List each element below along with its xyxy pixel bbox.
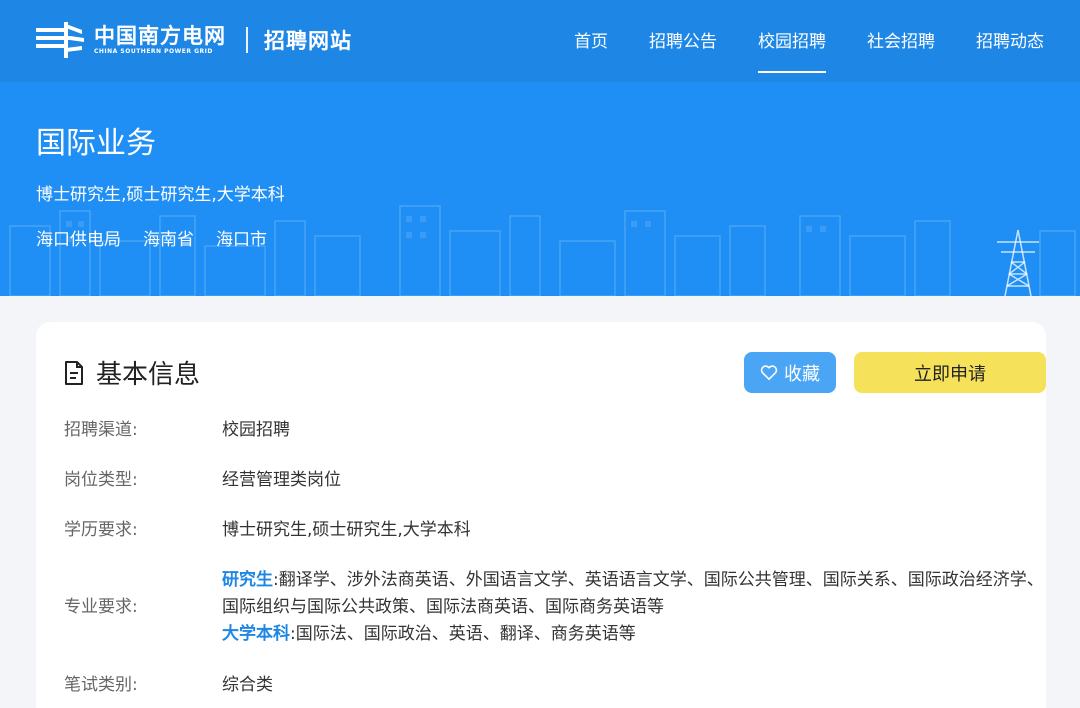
row-value: 校园招聘 (222, 420, 290, 440)
logo-divider (246, 27, 248, 53)
card-title: 基本信息 (96, 360, 201, 390)
card-header: 基本信息 (64, 354, 200, 391)
site-title: 招聘网站 (264, 29, 352, 53)
graduate-majors: :翻译学、涉外法商英语、外国语言文学、英语语言文学、国际公共管理、国际关系、国际… (222, 570, 1044, 617)
nav-home[interactable]: 首页 (574, 0, 608, 82)
row-label: 笔试类别: (64, 675, 138, 695)
undergraduate-tag: 大学本科 (222, 624, 290, 644)
job-title: 国际业务 (36, 126, 156, 161)
row-exam-type: 笔试类别: 综合类 (64, 672, 1052, 699)
site-logo[interactable]: 中国南方电网 CHINA SOUTHERN POWER GRID 招聘网站 (36, 22, 352, 58)
logo-english: CHINA SOUTHERN POWER GRID (94, 48, 213, 55)
job-location: 海口供电局 海南省 海口市 (36, 225, 289, 250)
row-major: 专业要求: 研究生:翻译学、涉外法商英语、外国语言文学、英语语言文学、国际公共管… (64, 567, 1044, 648)
top-header: 中国南方电网 CHINA SOUTHERN POWER GRID 招聘网站 首页… (0, 0, 1080, 82)
power-tower-icon (997, 229, 1039, 296)
row-value: 经营管理类岗位 (222, 470, 341, 490)
basic-info-card: 基本信息 收藏 立即申请 招聘渠道: 校园招聘 岗位类型: 经营管理类岗位 学历… (36, 322, 1046, 708)
row-job-type: 岗位类型: 经营管理类岗位 (64, 467, 1052, 494)
nav-announcements[interactable]: 招聘公告 (649, 0, 717, 82)
graduate-tag: 研究生 (222, 570, 273, 590)
row-value: 研究生:翻译学、涉外法商英语、外国语言文学、英语语言文学、国际公共管理、国际关系… (222, 567, 1044, 648)
favorite-button[interactable]: 收藏 (744, 352, 836, 393)
row-label: 专业要求: (64, 597, 138, 617)
job-degree: 博士研究生,硕士研究生,大学本科 (36, 185, 285, 205)
logo-chinese: 中国南方电网 (94, 24, 226, 48)
apply-button[interactable]: 立即申请 (854, 352, 1046, 393)
job-banner: 国际业务 博士研究生,硕士研究生,大学本科 海口供电局 海南省 海口市 (0, 82, 1080, 296)
row-value: 综合类 (222, 675, 273, 695)
csg-logo-icon (36, 22, 84, 58)
undergraduate-majors: :国际法、国际政治、英语、翻译、商务英语等 (290, 624, 636, 644)
row-label: 岗位类型: (64, 470, 138, 490)
favorite-label: 收藏 (784, 363, 820, 385)
document-icon (65, 360, 83, 385)
nav-campus-recruitment[interactable]: 校园招聘 (758, 0, 826, 82)
row-channel: 招聘渠道: 校园招聘 (64, 417, 1052, 444)
row-education: 学历要求: 博士研究生,硕士研究生,大学本科 (64, 517, 1052, 544)
row-value: 博士研究生,硕士研究生,大学本科 (222, 520, 471, 540)
apply-label: 立即申请 (914, 363, 986, 385)
nav-social-recruitment[interactable]: 社会招聘 (867, 0, 935, 82)
location-company: 海口供电局 (36, 230, 121, 250)
row-label: 招聘渠道: (64, 420, 138, 440)
row-label: 学历要求: (64, 520, 138, 540)
location-city: 海口市 (216, 230, 267, 250)
heart-icon (760, 364, 778, 380)
main-nav: 首页 招聘公告 校园招聘 社会招聘 招聘动态 (533, 0, 1044, 82)
location-province: 海南省 (143, 230, 194, 250)
nav-recruitment-news[interactable]: 招聘动态 (976, 0, 1044, 82)
